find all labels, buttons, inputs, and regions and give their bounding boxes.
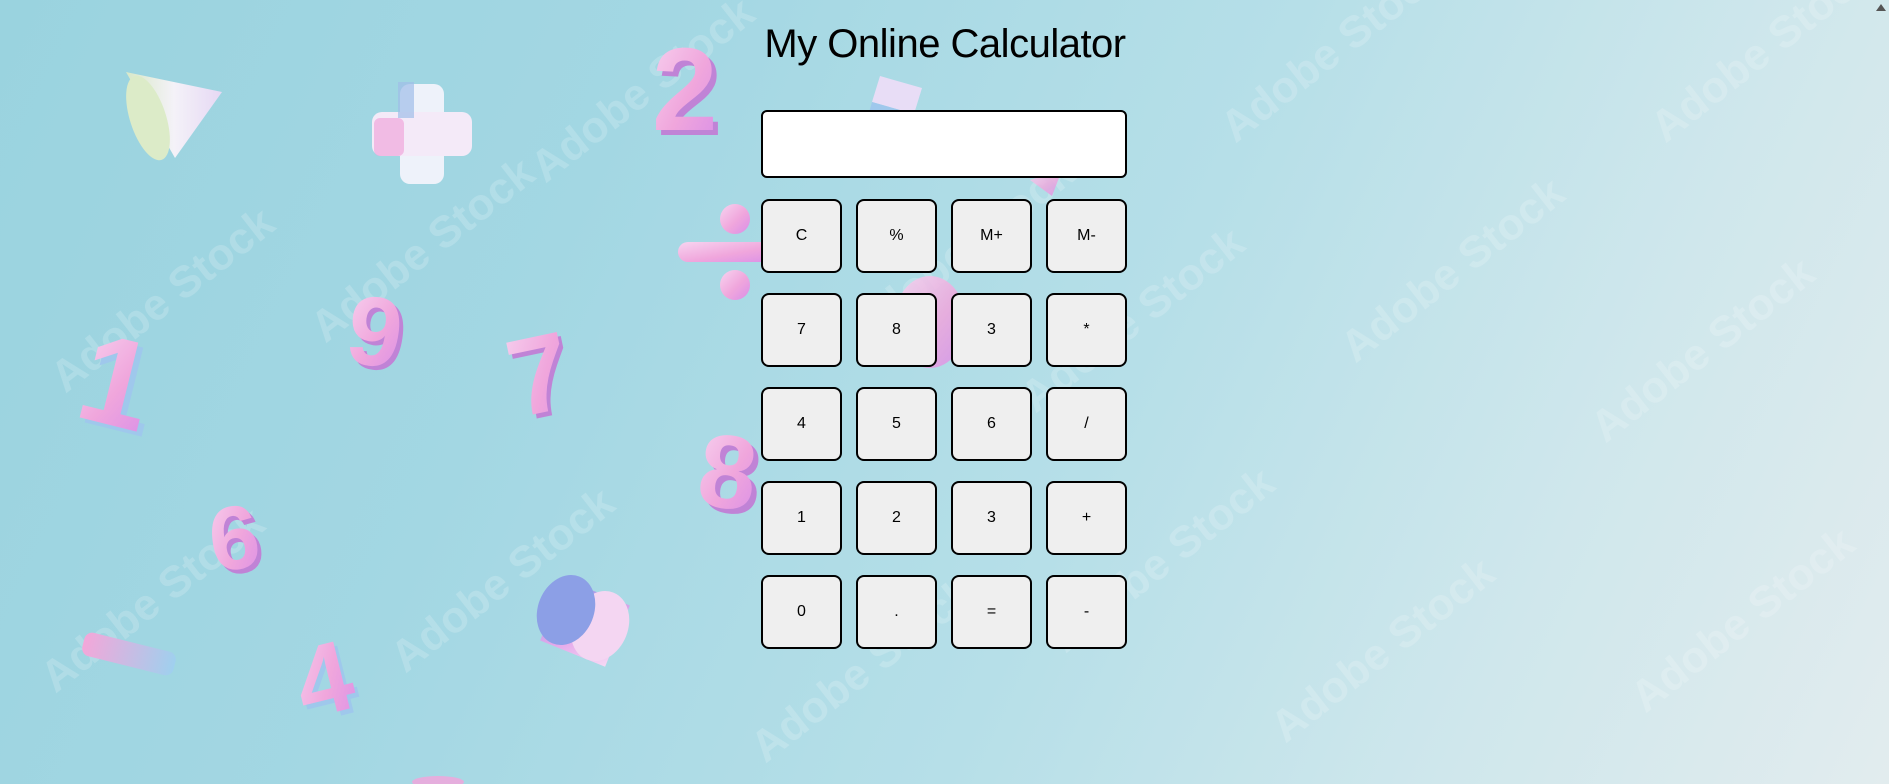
- subtract-button[interactable]: -: [1046, 575, 1127, 649]
- calculator: My Online Calculator C % M+ M- 7 8 3 * 4…: [0, 0, 1889, 784]
- digit-2-button[interactable]: 2: [856, 481, 937, 555]
- digit-4-button[interactable]: 4: [761, 387, 842, 461]
- digit-6-button[interactable]: 6: [951, 387, 1032, 461]
- digit-1-button[interactable]: 1: [761, 481, 842, 555]
- memory-subtract-button[interactable]: M-: [1046, 199, 1127, 273]
- calculator-display[interactable]: [761, 110, 1127, 178]
- add-button[interactable]: +: [1046, 481, 1127, 555]
- multiply-button[interactable]: *: [1046, 293, 1127, 367]
- page-title: My Online Calculator: [764, 22, 1126, 66]
- memory-add-button[interactable]: M+: [951, 199, 1032, 273]
- digit-0-button[interactable]: 0: [761, 575, 842, 649]
- digit-7-button[interactable]: 7: [761, 293, 842, 367]
- equals-button[interactable]: =: [951, 575, 1032, 649]
- scroll-up-arrow-icon[interactable]: [1876, 4, 1886, 11]
- percent-button[interactable]: %: [856, 199, 937, 273]
- digit-3-button-row2[interactable]: 3: [951, 293, 1032, 367]
- digit-5-button[interactable]: 5: [856, 387, 937, 461]
- digit-8-button[interactable]: 8: [856, 293, 937, 367]
- clear-button[interactable]: C: [761, 199, 842, 273]
- digit-3-button[interactable]: 3: [951, 481, 1032, 555]
- divide-button[interactable]: /: [1046, 387, 1127, 461]
- vertical-scrollbar[interactable]: [1871, 0, 1889, 784]
- decimal-button[interactable]: .: [856, 575, 937, 649]
- keypad: C % M+ M- 7 8 3 * 4 5 6 / 1 2 3 + 0 . = …: [761, 199, 1127, 649]
